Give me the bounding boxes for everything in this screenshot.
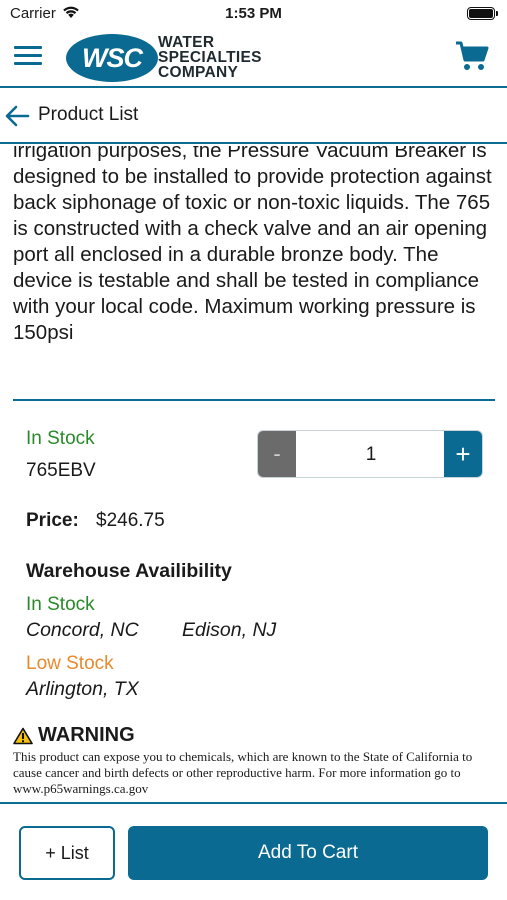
company-logo[interactable]: WSC WATER SPECIALTIES COMPANY [66, 32, 266, 84]
warehouse-title: Warehouse Availibility [26, 560, 232, 582]
price-value: $246.75 [96, 510, 165, 531]
logo-word: SPECIALTIES [158, 49, 262, 66]
add-to-list-button[interactable]: + List [19, 826, 115, 880]
stock-status: In Stock [26, 428, 95, 449]
logo-words: WATER SPECIALTIES COMPANY [158, 34, 262, 81]
shopping-cart-icon[interactable] [455, 40, 489, 72]
warehouse-location: Arlington, TX [26, 678, 139, 700]
low-stock-label: Low Stock [26, 653, 114, 674]
clock: 1:53 PM [225, 5, 282, 22]
battery-icon [467, 7, 498, 20]
status-bar: Carrier 1:53 PM [0, 0, 507, 28]
product-description: irrigation purposes, the Pressure Vacuum… [13, 146, 492, 344]
warning-text: This product can expose you to chemicals… [13, 749, 473, 796]
warehouse-location: Edison, NJ [182, 619, 277, 641]
navigation-bar: Product List [0, 90, 507, 144]
quantity-stepper: - 1 + [257, 430, 483, 478]
logo-abbr: WSC [82, 43, 143, 73]
add-to-cart-button[interactable]: Add To Cart [128, 826, 488, 880]
decrement-button[interactable]: - [258, 431, 296, 477]
back-arrow-icon[interactable] [4, 104, 30, 128]
warning-triangle-icon [13, 727, 33, 745]
warehouse-location: Concord, NC [26, 619, 139, 641]
in-stock-label: In Stock [26, 594, 95, 615]
logo-word: WATER [158, 34, 215, 51]
hamburger-menu-icon[interactable] [14, 43, 42, 67]
warning-title: WARNING [38, 724, 135, 746]
price-label: Price: [26, 510, 79, 531]
product-sku: 765EBV [26, 460, 96, 481]
increment-button[interactable]: + [444, 431, 482, 477]
product-detail-content[interactable]: irrigation purposes, the Pressure Vacuum… [0, 146, 507, 802]
divider [13, 399, 495, 401]
logo-word: COMPANY [158, 64, 239, 81]
back-link[interactable]: Product List [38, 104, 138, 126]
app-header: WSC WATER SPECIALTIES COMPANY [0, 28, 507, 88]
action-footer: + List Add To Cart [0, 802, 507, 900]
quantity-input[interactable]: 1 [296, 431, 446, 477]
